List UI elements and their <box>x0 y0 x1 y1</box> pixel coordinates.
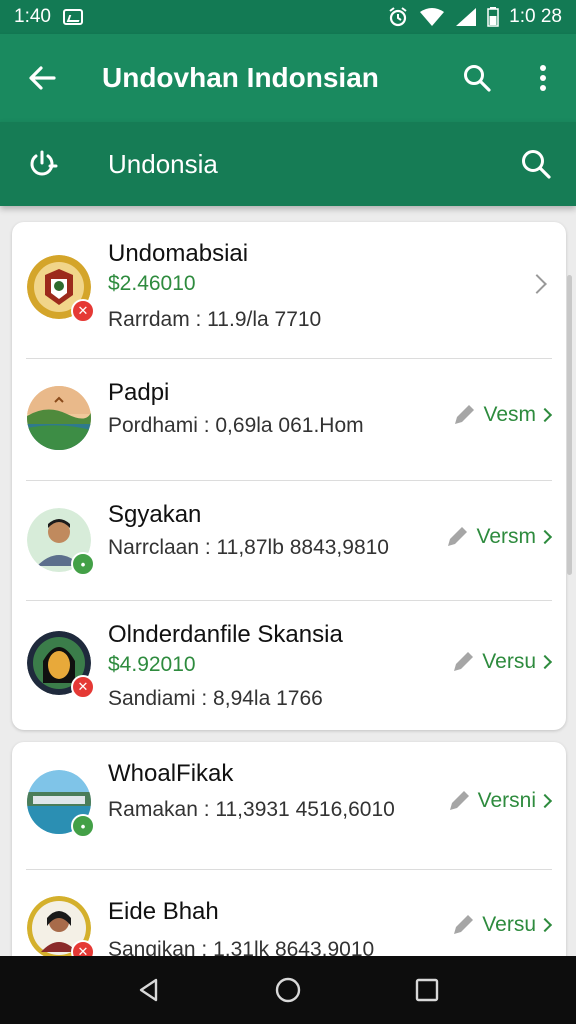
edit-button-label: Versu <box>482 650 536 673</box>
status-bar: 1:40 1:0 28 <box>0 0 576 34</box>
avatar: ✕ <box>27 255 95 323</box>
results-card: • WhoalFikak Ramakan : 11,3931 4516,6010… <box>12 742 566 982</box>
item-name: Undomabsiai <box>108 240 249 267</box>
list-item[interactable]: • Sgyakan Narrclaan : 11,87lb 8843,9810 … <box>12 481 566 601</box>
more-vert-icon <box>540 65 546 91</box>
battery-text: 1:0 28 <box>509 6 562 27</box>
pencil-icon <box>454 915 474 934</box>
pencil-icon <box>448 527 468 546</box>
scrollbar[interactable] <box>567 275 572 575</box>
app-bar: Undovhan Indonsian <box>0 34 576 122</box>
alarm-icon <box>389 7 407 27</box>
list-item[interactable]: • WhoalFikak Ramakan : 11,3931 4516,6010… <box>12 742 566 870</box>
back-button[interactable] <box>0 34 84 122</box>
item-name: Sgyakan <box>108 501 202 528</box>
edit-button-label: Versm <box>476 525 536 548</box>
item-subtitle: Ramakan : 11,3931 4516,6010 <box>108 798 395 821</box>
edit-button[interactable]: Versni <box>446 788 553 814</box>
chevron-right-icon <box>537 654 553 670</box>
avatar: ✕ <box>27 896 95 964</box>
avatar <box>27 386 91 450</box>
results-card: ✕ Undomabsiai $2.46010 Rarrdam : 11.9/la… <box>12 222 566 730</box>
item-subtitle: Rarrdam : 11.9/la 7710 <box>108 308 322 331</box>
status-badge: ✕ <box>71 675 95 699</box>
list-item[interactable]: Padpi Pordhami : 0,69la 061.Hom Vesm <box>12 359 566 481</box>
edit-button-label: Versni <box>477 789 536 812</box>
item-price: $2.46010 <box>108 272 196 295</box>
status-badge: ✕ <box>71 299 95 323</box>
chevron-right-icon <box>527 274 547 294</box>
item-subtitle: Narrclaan : 11,87lb 8843,9810 <box>108 536 389 559</box>
nav-back-button[interactable] <box>119 960 179 1020</box>
chevron-right-icon <box>537 793 553 809</box>
avatar: ✕ <box>27 631 95 699</box>
item-name: Olnderdanfile Skansia <box>108 621 343 648</box>
edit-button[interactable]: Versu <box>450 649 553 675</box>
avatar: • <box>27 770 95 838</box>
arrow-back-icon <box>29 66 56 90</box>
pencil-icon <box>454 652 474 671</box>
item-name: Padpi <box>108 379 170 406</box>
search-icon <box>522 150 551 179</box>
item-subtitle: Pordhami : 0,69la 061.Hom <box>108 414 364 437</box>
wifi-icon <box>420 8 445 26</box>
item-price: $4.92010 <box>108 653 196 676</box>
triangle-back-icon <box>140 978 158 1002</box>
search-button[interactable] <box>444 34 510 122</box>
avatar: • <box>27 508 95 576</box>
edit-button-label: Vesm <box>483 403 536 426</box>
item-name: WhoalFikak <box>108 760 234 787</box>
chevron-right-icon <box>537 917 553 933</box>
edit-button[interactable]: Vesm <box>451 402 553 428</box>
item-subtitle: Sandiami : 8,94la 1766 <box>108 687 323 710</box>
power-icon <box>30 150 58 176</box>
status-badge: • <box>71 552 95 576</box>
notification-icon <box>62 9 83 25</box>
battery-icon <box>487 7 499 27</box>
overflow-menu-button[interactable] <box>510 34 576 122</box>
search-icon <box>464 65 491 92</box>
circle-home-icon <box>275 977 301 1003</box>
edit-button-label: Versu <box>482 913 536 936</box>
search-bar: Undonsia <box>0 122 576 206</box>
item-name: Eide Bhah <box>108 898 219 925</box>
pencil-icon <box>455 405 475 424</box>
list-item[interactable]: ✕ Olnderdanfile Skansia $4.92010 Sandiam… <box>12 601 566 730</box>
edit-button[interactable]: Versm <box>444 524 553 550</box>
edit-button[interactable]: Versu <box>450 912 553 938</box>
square-recents-icon <box>415 978 438 1002</box>
search-input[interactable]: Undonsia <box>84 134 496 194</box>
chevron-right-icon <box>537 407 553 423</box>
pencil-icon <box>449 791 469 810</box>
status-time: 1:40 <box>14 6 51 27</box>
power-button[interactable] <box>0 122 84 206</box>
page-title: Undovhan Indonsian <box>102 62 379 93</box>
nav-recents-button[interactable] <box>397 960 457 1020</box>
nav-home-button[interactable] <box>258 960 318 1020</box>
system-nav-bar <box>0 956 576 1024</box>
chevron-right-icon <box>537 529 553 545</box>
search-submit-button[interactable] <box>496 122 576 206</box>
list-item[interactable]: ✕ Undomabsiai $2.46010 Rarrdam : 11.9/la… <box>12 222 566 359</box>
status-badge: • <box>71 814 95 838</box>
signal-icon <box>456 8 477 26</box>
